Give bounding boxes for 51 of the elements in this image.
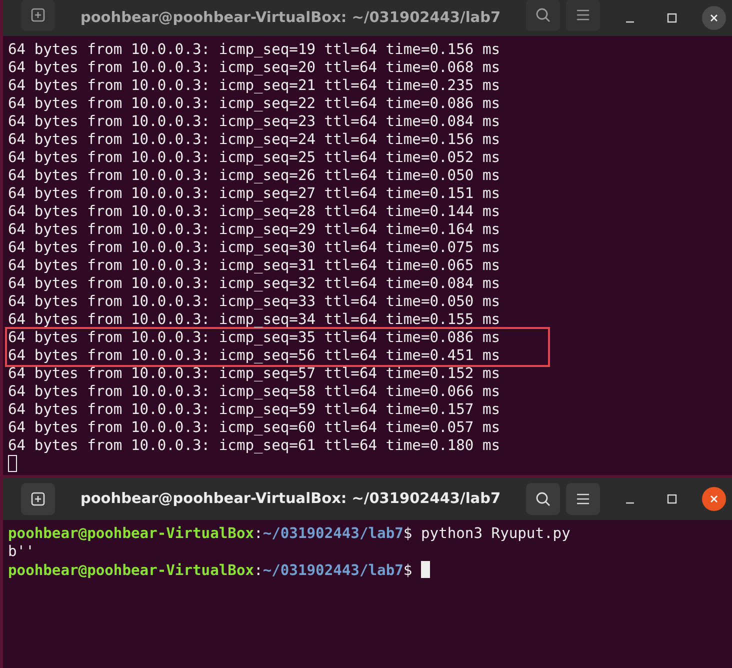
menu-button[interactable] bbox=[566, 483, 600, 515]
prompt-symbol: $ bbox=[403, 562, 412, 579]
search-button[interactable] bbox=[526, 483, 560, 515]
prompt-separator: : bbox=[254, 525, 263, 542]
terminal-line: 64 bytes from 10.0.0.3: icmp_seq=57 ttl=64 time=0.152 ms bbox=[8, 365, 500, 382]
terminal-line: 64 bytes from 10.0.0.3: icmp_seq=25 ttl=64 time=0.052 ms bbox=[8, 149, 500, 166]
terminal-line: 64 bytes from 10.0.0.3: icmp_seq=30 ttl=64 time=0.075 ms bbox=[8, 239, 500, 256]
maximize-icon bbox=[667, 13, 677, 23]
terminal-line: 64 bytes from 10.0.0.3: icmp_seq=35 ttl=64 time=0.086 ms bbox=[8, 329, 500, 346]
terminal-line: 64 bytes from 10.0.0.3: icmp_seq=19 ttl=64 time=0.156 ms bbox=[8, 41, 500, 58]
terminal-line: 64 bytes from 10.0.0.3: icmp_seq=32 ttl=64 time=0.084 ms bbox=[8, 275, 500, 292]
terminal-line: 64 bytes from 10.0.0.3: icmp_seq=56 ttl=64 time=0.451 ms bbox=[8, 347, 500, 364]
terminal-line: 64 bytes from 10.0.0.3: icmp_seq=61 ttl=64 time=0.180 ms bbox=[8, 437, 500, 454]
minimize-icon bbox=[625, 502, 635, 504]
new-tab-icon bbox=[31, 8, 45, 22]
window-title: poohbear@poohbear-VirtualBox: ~/031902443/lab7 bbox=[79, 10, 502, 26]
new-tab-icon bbox=[31, 492, 45, 506]
terminal-line: 64 bytes from 10.0.0.3: icmp_seq=34 ttl=64 time=0.155 ms bbox=[8, 311, 500, 328]
prompt-user: poohbear@poohbear-VirtualBox bbox=[8, 562, 254, 579]
new-tab-button[interactable] bbox=[21, 483, 55, 515]
prompt-user: poohbear@poohbear-VirtualBox bbox=[8, 525, 254, 542]
terminal-line: 64 bytes from 10.0.0.3: icmp_seq=22 ttl=64 time=0.086 ms bbox=[8, 95, 500, 112]
terminal-line: 64 bytes from 10.0.0.3: icmp_seq=24 ttl=64 time=0.156 ms bbox=[8, 131, 500, 148]
close-icon bbox=[709, 13, 719, 23]
prompt-symbol: $ bbox=[403, 525, 412, 542]
terminal-line: 64 bytes from 10.0.0.3: icmp_seq=23 ttl=64 time=0.084 ms bbox=[8, 113, 500, 130]
terminal-line: 64 bytes from 10.0.0.3: icmp_seq=21 ttl=64 time=0.235 ms bbox=[8, 77, 500, 94]
terminal-line: 64 bytes from 10.0.0.3: icmp_seq=58 ttl=64 time=0.066 ms bbox=[8, 383, 500, 400]
prompt-separator: : bbox=[254, 562, 263, 579]
maximize-icon bbox=[667, 494, 677, 504]
terminal-line: 64 bytes from 10.0.0.3: icmp_seq=20 ttl=64 time=0.068 ms bbox=[8, 59, 500, 76]
terminal-line: 64 bytes from 10.0.0.3: icmp_seq=60 ttl=64 time=0.057 ms bbox=[8, 419, 500, 436]
close-button[interactable] bbox=[702, 487, 726, 511]
search-icon bbox=[535, 491, 551, 507]
menu-icon bbox=[576, 9, 590, 21]
terminal-line: 64 bytes from 10.0.0.3: icmp_seq=28 ttl=64 time=0.144 ms bbox=[8, 203, 500, 220]
terminal-line: 64 bytes from 10.0.0.3: icmp_seq=27 ttl=64 time=0.151 ms bbox=[8, 185, 500, 202]
terminal-line: 64 bytes from 10.0.0.3: icmp_seq=29 ttl=64 time=0.164 ms bbox=[8, 221, 500, 238]
terminal-line: 64 bytes from 10.0.0.3: icmp_seq=33 ttl=64 time=0.050 ms bbox=[8, 293, 500, 310]
minimize-icon bbox=[625, 21, 635, 23]
menu-icon bbox=[576, 493, 590, 505]
prompt-path: ~/031902443/lab7 bbox=[262, 525, 404, 542]
window-title: poohbear@poohbear-VirtualBox: ~/031902443/lab7 bbox=[79, 491, 502, 507]
close-icon bbox=[709, 494, 719, 504]
terminal-line: b'' bbox=[8, 543, 34, 560]
terminal-line: 64 bytes from 10.0.0.3: icmp_seq=31 ttl=64 time=0.065 ms bbox=[8, 257, 500, 274]
prompt-path: ~/031902443/lab7 bbox=[262, 562, 404, 579]
search-icon bbox=[535, 7, 551, 23]
terminal-line: 64 bytes from 10.0.0.3: icmp_seq=26 ttl=64 time=0.050 ms bbox=[8, 167, 500, 184]
terminal-line: 64 bytes from 10.0.0.3: icmp_seq=59 ttl=64 time=0.157 ms bbox=[8, 401, 500, 418]
terminal-command: python3 Ryuput.py bbox=[421, 525, 570, 542]
